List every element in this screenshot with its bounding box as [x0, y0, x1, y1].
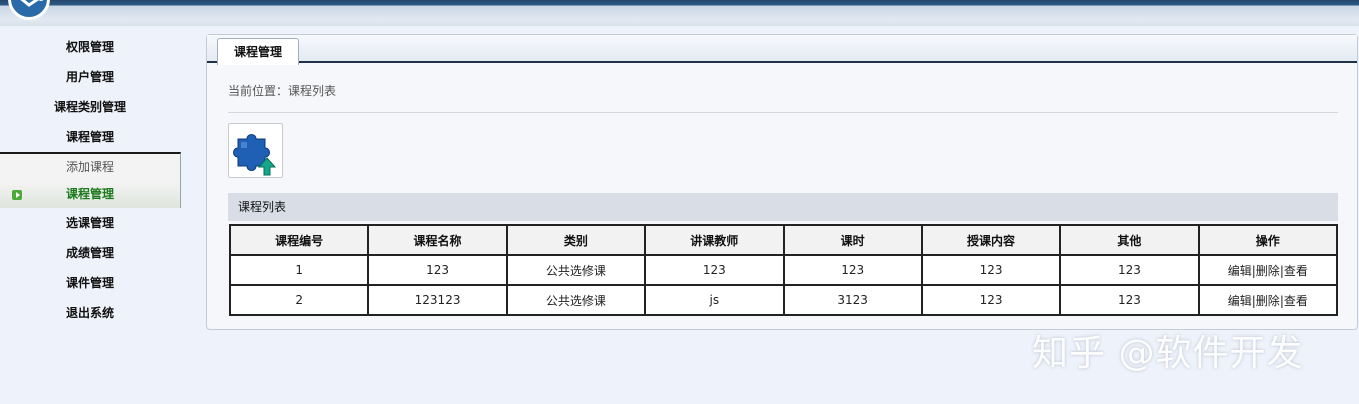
edit-link[interactable]: 编辑	[1228, 264, 1252, 278]
sidebar-subitem-label: 课程管理	[65, 187, 114, 201]
add-course-button[interactable]	[228, 123, 283, 178]
cell-category: 公共选修课	[505, 254, 647, 286]
breadcrumb: 当前位置：课程列表	[228, 84, 337, 98]
col-category: 类别	[505, 224, 647, 256]
sidebar: 权限管理 用户管理 课程类别管理 课程管理 添加课程 课程管理 选课管理 成绩管…	[0, 32, 182, 328]
edit-link[interactable]: 编辑	[1228, 294, 1252, 308]
cell-teacher: 123	[644, 254, 785, 286]
delete-link[interactable]: 删除	[1256, 264, 1280, 278]
top-header-bar	[0, 0, 1359, 26]
course-list-header: 课程列表	[228, 193, 1338, 221]
view-link[interactable]: 查看	[1284, 294, 1308, 308]
cell-hours: 3123	[782, 284, 923, 316]
cell-course-id: 1	[228, 254, 370, 286]
main-panel: 课程管理 当前位置：课程列表 课程列表 课程编号 课程名称 类别 讲课教师 课时…	[206, 34, 1358, 330]
col-course-id: 课程编号	[228, 224, 370, 256]
col-content: 授课内容	[920, 224, 1062, 256]
tab-course-management[interactable]: 课程管理	[217, 38, 299, 65]
course-table: 课程编号 课程名称 类别 讲课教师 课时 授课内容 其他 操作 1 123 公共…	[228, 224, 1339, 316]
sidebar-item-users[interactable]: 用户管理	[0, 62, 180, 92]
tab-strip: 课程管理	[207, 35, 1357, 65]
sidebar-subitem-course-management[interactable]: 课程管理	[0, 181, 180, 208]
sidebar-item-courses[interactable]: 课程管理	[0, 122, 180, 152]
cell-course-id: 2	[228, 284, 370, 316]
col-course-name: 课程名称	[367, 224, 508, 256]
sidebar-item-logout[interactable]: 退出系统	[0, 298, 180, 328]
cell-other: 123	[1059, 254, 1200, 286]
view-link[interactable]: 查看	[1284, 264, 1308, 278]
col-actions: 操作	[1197, 224, 1339, 256]
cell-category: 公共选修课	[505, 284, 647, 316]
sidebar-subitem-add-course[interactable]: 添加课程	[0, 154, 180, 181]
watermark: 知乎 @软件开发	[1032, 333, 1304, 374]
sidebar-item-permissions[interactable]: 权限管理	[0, 32, 180, 62]
col-hours: 课时	[782, 224, 923, 256]
divider	[228, 112, 1338, 113]
cell-actions: 编辑|删除|查看	[1197, 284, 1339, 316]
table-header-row: 课程编号 课程名称 类别 讲课教师 课时 授课内容 其他 操作	[228, 224, 1339, 256]
app-logo	[8, 0, 50, 20]
cell-course-name: 123123	[367, 284, 508, 316]
cell-content: 123	[920, 254, 1062, 286]
puzzle-upload-icon	[233, 134, 277, 176]
sidebar-item-courseware[interactable]: 课件管理	[0, 268, 180, 298]
logo-link-icon	[20, 0, 44, 7]
cell-content: 123	[920, 284, 1062, 316]
cell-teacher: js	[644, 284, 785, 316]
cell-other: 123	[1059, 284, 1200, 316]
arrow-right-icon	[12, 190, 22, 200]
table-row: 1 123 公共选修课 123 123 123 123 编辑|删除|查看	[228, 254, 1339, 286]
sidebar-item-grades[interactable]: 成绩管理	[0, 238, 180, 268]
sidebar-submenu-courses: 添加课程 课程管理	[0, 152, 181, 208]
col-other: 其他	[1059, 224, 1200, 256]
cell-course-name: 123	[367, 254, 508, 286]
col-teacher: 讲课教师	[644, 224, 785, 256]
cell-actions: 编辑|删除|查看	[1197, 254, 1339, 286]
table-row: 2 123123 公共选修课 js 3123 123 123 编辑|删除|查看	[228, 284, 1339, 316]
sidebar-item-course-categories[interactable]: 课程类别管理	[0, 92, 180, 122]
sidebar-item-course-selection[interactable]: 选课管理	[0, 208, 180, 238]
delete-link[interactable]: 删除	[1256, 294, 1280, 308]
cell-hours: 123	[782, 254, 923, 286]
